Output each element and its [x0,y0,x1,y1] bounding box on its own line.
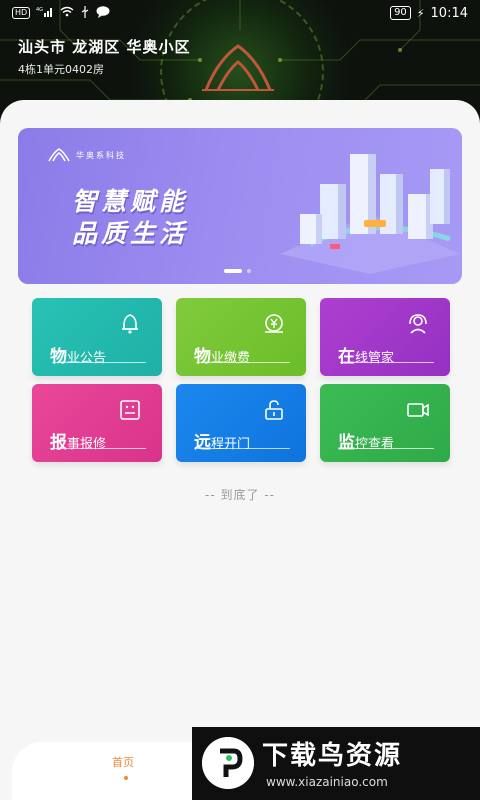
tile-underline [340,362,434,363]
tile-underline [52,448,146,449]
banner-headline-2: 品质生活 [72,219,189,248]
tile-underline [52,362,146,363]
watermark-url: www.xiazainiao.com [266,775,388,789]
tile-remote-unlock[interactable]: 远程开门 [176,384,306,462]
nav-active-indicator [124,776,128,780]
tile-underline [340,448,434,449]
nav-home-tab[interactable]: 首页 [112,754,134,770]
camera-icon [407,403,429,417]
usb-icon [80,5,90,21]
tile-repair-report[interactable]: 报事报修 [32,384,162,462]
battery-indicator: 90 [390,6,411,20]
end-of-list-text: -- 到底了 -- [205,488,275,502]
signal-icon: 4G [36,6,54,20]
chat-icon [96,5,110,21]
payment-icon [265,314,283,333]
tile-property-notice[interactable]: 物业公告 [32,298,162,376]
promo-banner[interactable]: 华奥系科技 智慧赋能 品质生活 [18,128,462,284]
unlock-icon [265,400,283,420]
tile-underline [196,448,290,449]
location-title: 汕头市 龙湖区 华奥小区 [18,38,191,56]
tile-label: 远程开门 [194,433,251,453]
hd-badge: HD [12,7,31,19]
tile-label: 监控查看 [338,433,395,453]
tile-label: 报事报修 [50,433,107,453]
bell-icon [122,314,138,334]
carousel-dot-active[interactable] [224,269,242,273]
brand-logo-icon [202,44,274,91]
svg-text:4G: 4G [36,7,43,13]
wifi-icon [60,6,74,20]
banner-brand-text: 华奥系科技 [76,150,126,160]
tile-label: 物业公告 [50,347,107,367]
status-bar: HD 4G 90 ⚡ 10:14 [0,0,480,26]
location-unit: 4栋1单元0402房 [18,63,104,76]
watermark-title: 下载鸟资源 [262,741,403,771]
brand-mark-icon [48,148,70,162]
banner-brand: 华奥系科技 [48,148,126,162]
main-content: 华奥系科技 智慧赋能 品质生活 物 业公告 物 业缴费 在 线管家 报 事报修 … [0,100,480,800]
clock: 10:14 [430,5,468,21]
tile-online-butler[interactable]: 在线管家 [320,298,450,376]
tile-label: 物业缴费 [194,347,251,367]
carousel-dot[interactable] [247,269,251,273]
watermark-logo-icon [202,737,254,789]
carousel-indicator [224,269,251,273]
location-selector[interactable]: 汕头市 龙湖区 华奥小区 4栋1单元0402房 [18,36,190,77]
banner-headline-1: 智慧赋能 [72,187,189,216]
charging-icon: ⚡ [416,6,425,20]
tile-property-payment[interactable]: 物业缴费 [176,298,306,376]
tile-underline [196,362,290,363]
tile-monitor-view[interactable]: 监控查看 [320,384,450,462]
headset-icon [409,314,427,334]
smart-city-illustration [280,154,460,274]
repair-icon [120,400,140,420]
tile-label: 在线管家 [338,347,395,367]
watermark: 下载鸟资源 www.xiazainiao.com [192,727,480,800]
